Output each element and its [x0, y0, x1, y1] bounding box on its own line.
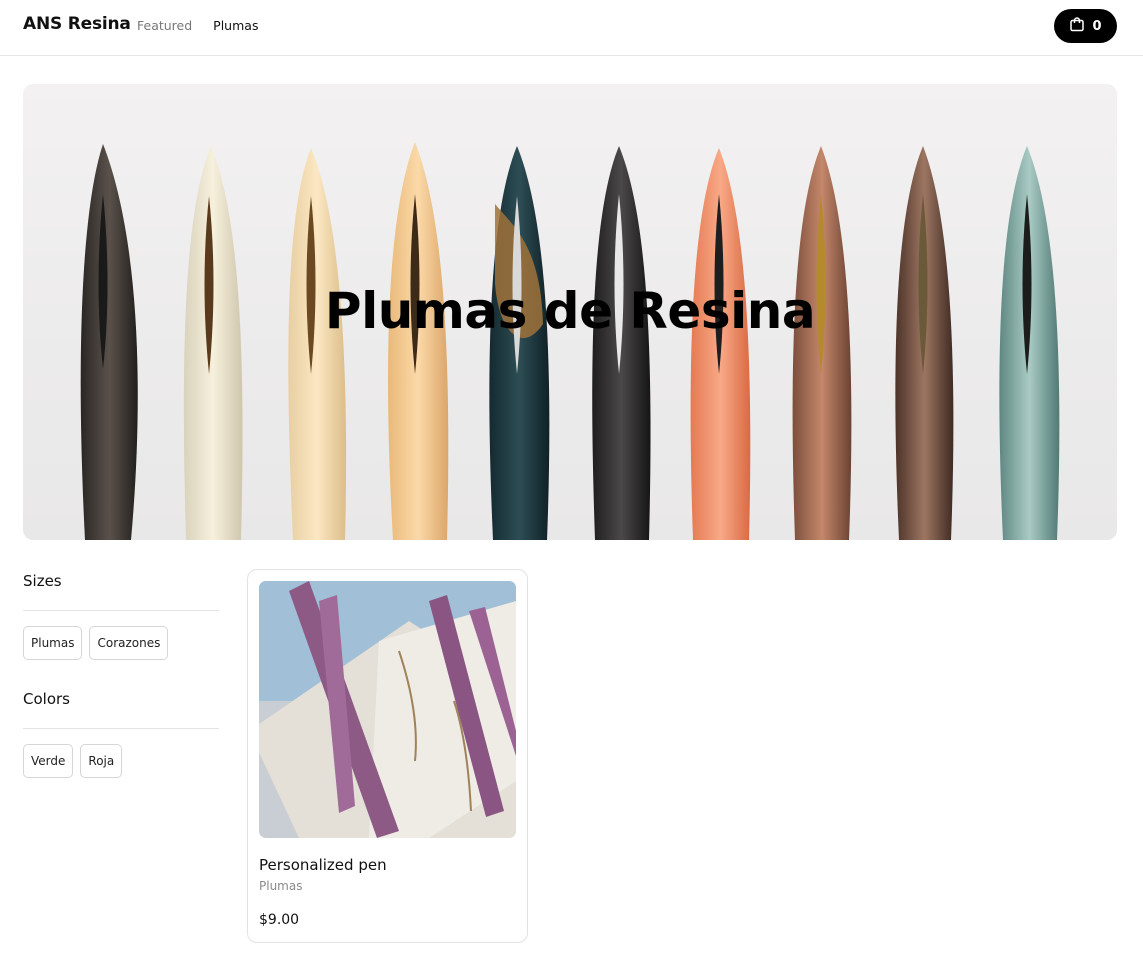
pen-5 [489, 146, 550, 540]
shopping-bag-icon [1069, 16, 1085, 36]
pen-3 [288, 148, 347, 540]
filter-chip-plumas[interactable]: Plumas [23, 626, 83, 660]
product-card[interactable]: Personalized pen Plumas $9.00 [247, 569, 528, 943]
cart-button[interactable]: 0 [1054, 9, 1117, 43]
filter-title-sizes: Sizes [23, 572, 62, 590]
pen-4 [388, 142, 449, 540]
filter-title-colors: Colors [23, 690, 70, 708]
hero-banner: Plumas de Resina [23, 84, 1117, 540]
filter-colors: Colors Verde Roja [23, 690, 219, 778]
nav-link-featured[interactable]: Featured [137, 18, 192, 33]
main-nav: Featured Plumas [137, 18, 258, 33]
nav-link-plumas[interactable]: Plumas [213, 18, 258, 33]
pen-10 [999, 146, 1060, 540]
filter-sizes: Sizes Plumas Corazones [23, 572, 219, 660]
product-name[interactable]: Personalized pen [259, 856, 387, 874]
pen-9 [895, 146, 954, 540]
pen-7 [690, 148, 751, 540]
pen-6 [592, 146, 651, 540]
filter-chip-corazones[interactable]: Corazones [89, 626, 169, 660]
pen-2 [183, 146, 243, 540]
cart-count: 0 [1092, 18, 1102, 34]
site-header: ANS Resina Featured Plumas 0 [0, 0, 1143, 56]
filter-chip-roja[interactable]: Roja [80, 744, 123, 778]
brand-logo[interactable]: ANS Resina [23, 14, 131, 34]
pen-8 [792, 146, 852, 540]
pen-1 [80, 144, 138, 540]
hero-title: Plumas de Resina [324, 282, 816, 340]
divider [23, 728, 219, 729]
product-price: $9.00 [259, 912, 300, 928]
product-category: Plumas [259, 879, 303, 893]
divider [23, 610, 219, 611]
filter-chip-verde[interactable]: Verde [23, 744, 74, 778]
product-image[interactable] [259, 581, 516, 838]
